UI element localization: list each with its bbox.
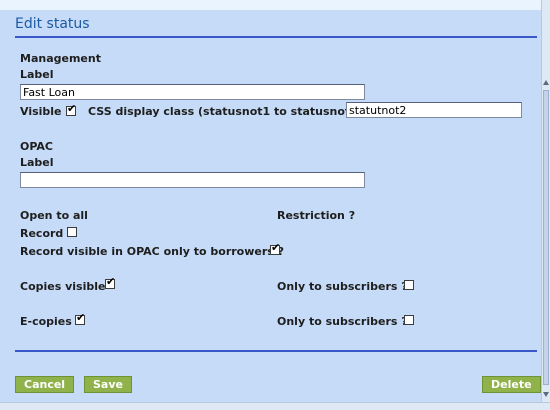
opac-label-input[interactable]: [20, 172, 365, 188]
open-to-all-label: Open to all: [20, 209, 88, 222]
check-icon: ✔: [106, 275, 116, 288]
copies-visible-checkbox[interactable]: ✔: [105, 275, 116, 289]
css-class-caption: CSS display class (statusnot1 to statusn…: [88, 105, 368, 118]
management-section-label: Management: [20, 52, 101, 65]
record-visible-opac-checkbox[interactable]: ✔: [270, 241, 281, 255]
top-strip: [0, 0, 550, 10]
management-label-input[interactable]: [20, 84, 365, 100]
scroll-down-icon[interactable]: [543, 392, 549, 397]
copies-subscribers-checkbox[interactable]: [404, 280, 414, 290]
vertical-scrollbar[interactable]: [541, 0, 550, 410]
ecopies-subscribers-checkbox[interactable]: [404, 315, 414, 325]
visible-checkbox[interactable]: ✔: [66, 102, 77, 116]
check-icon: ✔: [76, 311, 86, 324]
css-class-input[interactable]: [346, 102, 522, 118]
copies-subscribers-caption: Only to subscribers ?: [277, 280, 408, 293]
check-icon: ✔: [67, 102, 77, 115]
scroll-up-icon[interactable]: [543, 80, 549, 85]
save-button[interactable]: Save: [84, 376, 132, 393]
title-divider: [15, 36, 537, 38]
opac-label-caption: Label: [20, 156, 54, 169]
form-divider: [15, 350, 537, 352]
cancel-button[interactable]: Cancel: [15, 376, 75, 393]
record-checkbox[interactable]: [67, 227, 77, 237]
visible-caption: Visible: [20, 105, 62, 118]
ecopies-subscribers-caption: Only to subscribers ?: [277, 315, 408, 328]
check-icon: ✔: [271, 241, 281, 254]
ecopies-caption: E-copies: [20, 315, 72, 328]
record-caption: Record: [20, 227, 64, 240]
opac-section-label: OPAC: [20, 140, 53, 153]
delete-button[interactable]: Delete: [482, 376, 541, 393]
record-visible-opac-caption: Record visible in OPAC only to borrowers…: [20, 245, 285, 258]
page-title: Edit status: [15, 16, 90, 32]
scroll-thumb[interactable]: [543, 90, 549, 385]
management-label-caption: Label: [20, 68, 54, 81]
copies-visible-caption: Copies visible: [20, 280, 106, 293]
horizontal-scrollbar[interactable]: [0, 402, 550, 410]
ecopies-checkbox[interactable]: ✔: [75, 311, 86, 325]
restriction-label: Restriction ?: [277, 209, 356, 222]
